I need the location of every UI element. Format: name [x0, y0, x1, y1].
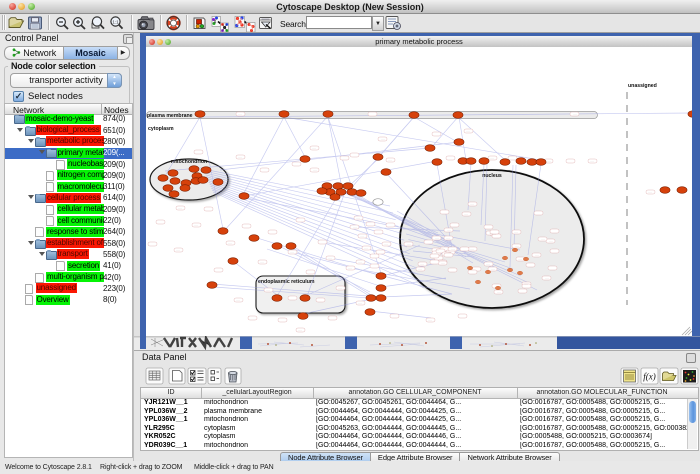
svg-text:....: ....: [451, 247, 454, 251]
svg-text:....: ....: [470, 202, 473, 206]
svg-text:....: ....: [388, 158, 391, 162]
svg-text:....: ....: [328, 256, 331, 260]
svg-text:....: ....: [266, 288, 269, 292]
svg-text:....: ....: [407, 242, 410, 246]
svg-text:....: ....: [489, 231, 492, 235]
svg-text:....: ....: [290, 250, 293, 254]
svg-text:1:1: 1:1: [112, 20, 119, 25]
svg-text:....: ....: [381, 137, 384, 141]
svg-text:unassigned: unassigned: [628, 83, 657, 89]
svg-text:....: ....: [364, 246, 367, 250]
svg-text:....: ....: [549, 239, 552, 243]
svg-text:....: ....: [238, 155, 241, 159]
svg-text:....: ....: [358, 301, 361, 305]
svg-text:....: ....: [358, 260, 361, 264]
svg-text:....: ....: [648, 190, 651, 194]
svg-text:....: ....: [428, 318, 431, 322]
svg-text:....: ....: [466, 129, 469, 133]
svg-text:nucleus: nucleus: [482, 173, 502, 179]
svg-text:....: ....: [176, 248, 179, 252]
svg-text:....: ....: [464, 212, 467, 216]
svg-text:mitochondrion: mitochondrion: [171, 159, 207, 165]
svg-text:....: ....: [418, 267, 421, 271]
svg-text:....: ....: [312, 146, 315, 150]
svg-text:....: ....: [420, 262, 423, 266]
svg-text:....: ....: [298, 328, 301, 332]
svg-text:....: ....: [441, 261, 444, 265]
svg-text:....: ....: [573, 112, 576, 116]
svg-text:....: ....: [518, 257, 521, 261]
svg-text:....: ....: [497, 290, 500, 294]
svg-text:....: ....: [434, 251, 437, 255]
svg-text:....: ....: [514, 230, 517, 234]
svg-text:....: ....: [356, 216, 359, 220]
svg-text:....: ....: [486, 262, 489, 266]
svg-text:f(x): f(x): [643, 372, 656, 382]
svg-text:....: ....: [435, 236, 438, 240]
svg-text:cytoplasm: cytoplasm: [148, 126, 174, 132]
svg-text:....: ....: [547, 159, 550, 163]
svg-text:....: ....: [541, 237, 544, 241]
svg-text:plasma membrane: plasma membrane: [147, 113, 193, 119]
svg-text:....: ....: [384, 242, 387, 246]
svg-text:....: ....: [446, 236, 449, 240]
svg-text:....: ....: [524, 282, 527, 286]
svg-text:....: ....: [338, 286, 341, 290]
svg-text:....: ....: [260, 260, 263, 264]
svg-text:....: ....: [348, 266, 351, 270]
svg-text:....: ....: [313, 168, 316, 172]
svg-text:....: ....: [492, 232, 495, 236]
svg-text:....: ....: [238, 112, 241, 116]
svg-text:....: ....: [470, 247, 473, 251]
svg-text:....: ....: [228, 241, 231, 245]
svg-text:....: ....: [353, 225, 356, 229]
svg-text:....: ....: [545, 276, 548, 280]
svg-text:....: ....: [590, 159, 593, 163]
svg-text:....: ....: [535, 253, 538, 257]
svg-text:....: ....: [236, 298, 239, 302]
svg-text:....: ....: [515, 244, 518, 248]
svg-text:....: ....: [194, 223, 197, 227]
svg-text:....: ....: [360, 234, 363, 238]
svg-text:....: ....: [490, 156, 493, 160]
svg-text:....: ....: [491, 267, 494, 271]
svg-text:....: ....: [178, 206, 181, 210]
svg-text:....: ....: [447, 228, 450, 232]
